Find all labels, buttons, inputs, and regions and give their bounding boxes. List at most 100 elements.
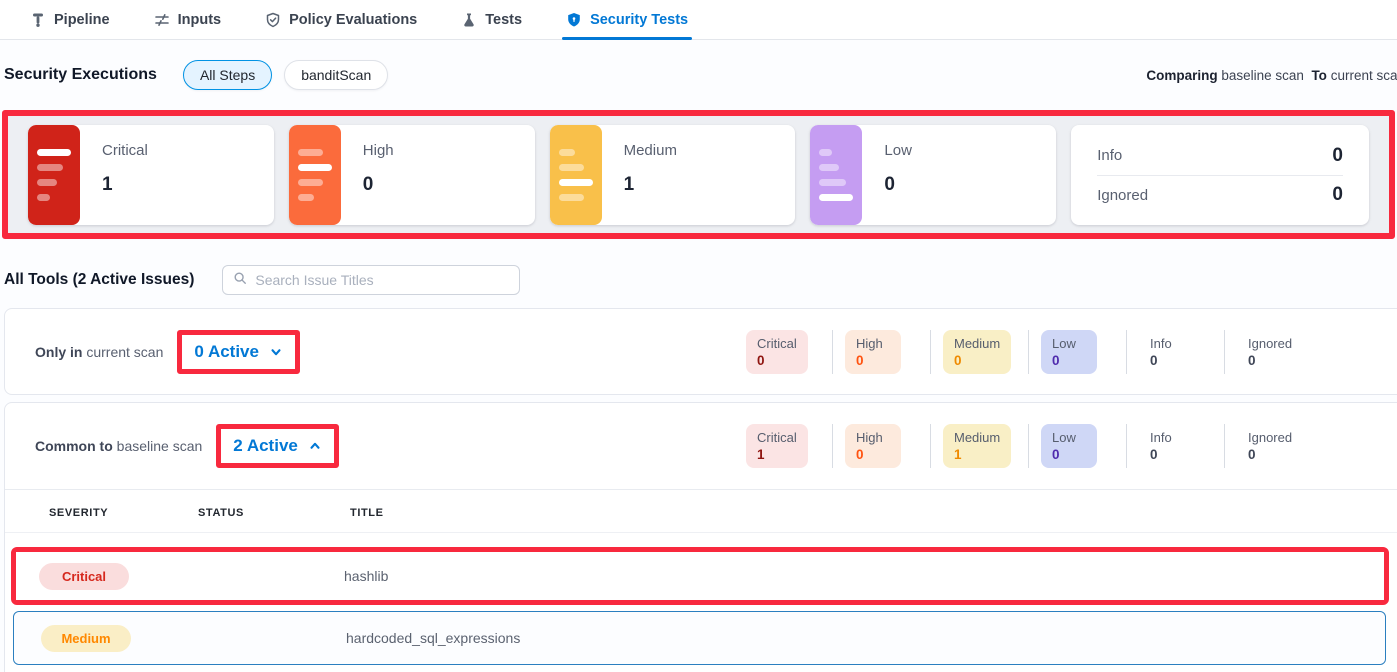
severity-card-critical: Critical1 (28, 125, 274, 225)
severity-card-label: Low (884, 142, 912, 159)
column-header-status: STATUS (198, 507, 350, 519)
tab-tests[interactable]: Tests (461, 0, 522, 39)
chip-label: Ignored (1248, 430, 1292, 445)
active-count-label: 2 Active (233, 436, 298, 456)
severity-chip-info: Info 0 (1139, 330, 1195, 374)
chip-cell-low: Low0 (1028, 424, 1126, 468)
comparing-current: current scan (1331, 68, 1397, 83)
chip-cell-critical: Critical0 (746, 330, 832, 374)
severity-bar (819, 179, 846, 186)
step-filter-all-steps[interactable]: All Steps (183, 60, 272, 90)
severity-bar (37, 194, 50, 201)
totals-value: 0 (1332, 145, 1343, 167)
chip-value: 0 (856, 447, 890, 462)
chip-label: Info (1150, 336, 1184, 351)
chip-value: 0 (757, 353, 797, 368)
issue-title-cell: hardcoded_sql_expressions (346, 630, 1385, 646)
chip-label: Ignored (1248, 336, 1292, 351)
issue-row-annotation-box: Criticalhashlib (11, 547, 1389, 605)
all-tools-row: All Tools (2 Active Issues) (0, 239, 1397, 308)
severity-card-body: High 0 (341, 125, 394, 225)
chip-label: Critical (757, 430, 797, 445)
severity-chip-low: Low0 (1041, 330, 1097, 374)
search-issue-titles-input[interactable] (255, 272, 509, 288)
severity-card-label: Medium (624, 142, 677, 159)
severity-card-body: Low 0 (862, 125, 912, 225)
severity-card-count: 0 (363, 174, 394, 196)
severity-bar (298, 179, 323, 186)
active-count-label: 0 Active (194, 342, 259, 362)
chevron-up-icon (308, 439, 322, 453)
info-ignored-card: Info0Ignored0 (1071, 125, 1369, 225)
section-common-to-baseline-scan: Common to baseline scan 2 Active Critica… (4, 402, 1397, 672)
chip-cell-ignored: Ignored0 (1224, 330, 1322, 374)
summary-cards-annotation-box: Critical1High0Medium1Low0Info0Ignored0 (2, 110, 1395, 239)
chip-value: 1 (757, 447, 797, 462)
severity-chip-ignored: Ignored0 (1237, 424, 1303, 468)
chip-value: 0 (1150, 353, 1184, 368)
severity-chip-ignored: Ignored0 (1237, 330, 1303, 374)
security-shield-icon (566, 12, 582, 28)
totals-label: Info (1097, 147, 1122, 164)
tab-label: Pipeline (54, 12, 110, 28)
severity-cards-row: Critical1High0Medium1Low0Info0Ignored0 (8, 116, 1389, 233)
policy-shield-check-icon (265, 12, 281, 28)
severity-chip-medium: Medium 1 (943, 424, 1011, 468)
search-issues-box[interactable] (222, 265, 520, 295)
severity-bars-icon (550, 125, 602, 225)
severity-chips: Critical 1 High 0 Medium 1 Low0 Info0 Ignored0 (746, 424, 1322, 468)
chip-cell-low: Low0 (1028, 330, 1126, 374)
chip-cell-medium: Medium0 (930, 330, 1028, 374)
comparing-label: Comparing (1146, 68, 1217, 83)
chip-label: High (856, 430, 890, 445)
chip-cell-medium: Medium 1 (930, 424, 1028, 468)
chip-cell-info: Info0 (1126, 424, 1224, 468)
severity-chip-info: Info0 (1139, 424, 1195, 468)
severity-badge-medium: Medium (41, 625, 131, 652)
chip-cell-high: High 0 (832, 424, 930, 468)
severity-card-count: 0 (884, 174, 912, 196)
severity-bars-icon (810, 125, 862, 225)
step-filter-pills: All Steps banditScan (183, 60, 388, 90)
inputs-icon (154, 12, 170, 28)
tab-inputs[interactable]: Inputs (154, 0, 222, 39)
severity-card-label: High (363, 142, 394, 159)
severity-bars-icon (28, 125, 80, 225)
severity-bar (819, 149, 832, 156)
chip-value: 1 (954, 447, 1000, 462)
chip-label: Info (1150, 430, 1184, 445)
severity-card-body: Critical1 (80, 125, 148, 225)
search-icon (233, 271, 247, 290)
severity-bar (819, 194, 853, 201)
chip-label: Medium (954, 430, 1000, 445)
step-filter-banditscan[interactable]: banditScan (284, 60, 388, 90)
section-only-in-current-scan: Only in current scan 0 Active Critical0H… (4, 308, 1397, 395)
severity-bar (819, 164, 839, 171)
issue-row-selected-box: Medium hardcoded_sql_expressions (13, 611, 1386, 665)
issue-row-hashlib[interactable]: Criticalhashlib (16, 552, 1384, 600)
severity-bar (559, 179, 593, 186)
section-head: Common to baseline scan 2 Active Critica… (5, 403, 1397, 489)
active-count-dropdown[interactable]: 2 Active (216, 424, 339, 468)
tab-pipeline[interactable]: Pipeline (30, 0, 110, 39)
severity-chip-low: Low0 (1041, 424, 1097, 468)
issues-table-header: SEVERITYSTATUSTITLE (5, 490, 1397, 533)
severity-chips: Critical0High0Medium0Low0Info0Ignored0 (746, 330, 1322, 374)
issue-severity-cell: Critical (39, 563, 189, 590)
severity-bar (298, 164, 332, 171)
issue-row-hardcoded-sql-expressions[interactable]: Medium hardcoded_sql_expressions (14, 612, 1385, 664)
chip-label: Low (1052, 430, 1086, 445)
chip-value: 0 (954, 353, 1000, 368)
severity-bar (298, 149, 323, 156)
severity-bar (559, 194, 584, 201)
tab-security-tests[interactable]: Security Tests (566, 0, 688, 39)
comparing-baseline: baseline scan (1221, 68, 1304, 83)
active-count-dropdown[interactable]: 0 Active (177, 330, 300, 374)
severity-card-high: High 0 (289, 125, 535, 225)
tab-policy-evaluations[interactable]: Policy Evaluations (265, 0, 417, 39)
severity-badge-critical: Critical (39, 563, 129, 590)
severity-chip-medium: Medium0 (943, 330, 1011, 374)
tab-label: Security Tests (590, 12, 688, 28)
chip-cell-ignored: Ignored0 (1224, 424, 1322, 468)
severity-card-label: Critical (102, 142, 148, 159)
